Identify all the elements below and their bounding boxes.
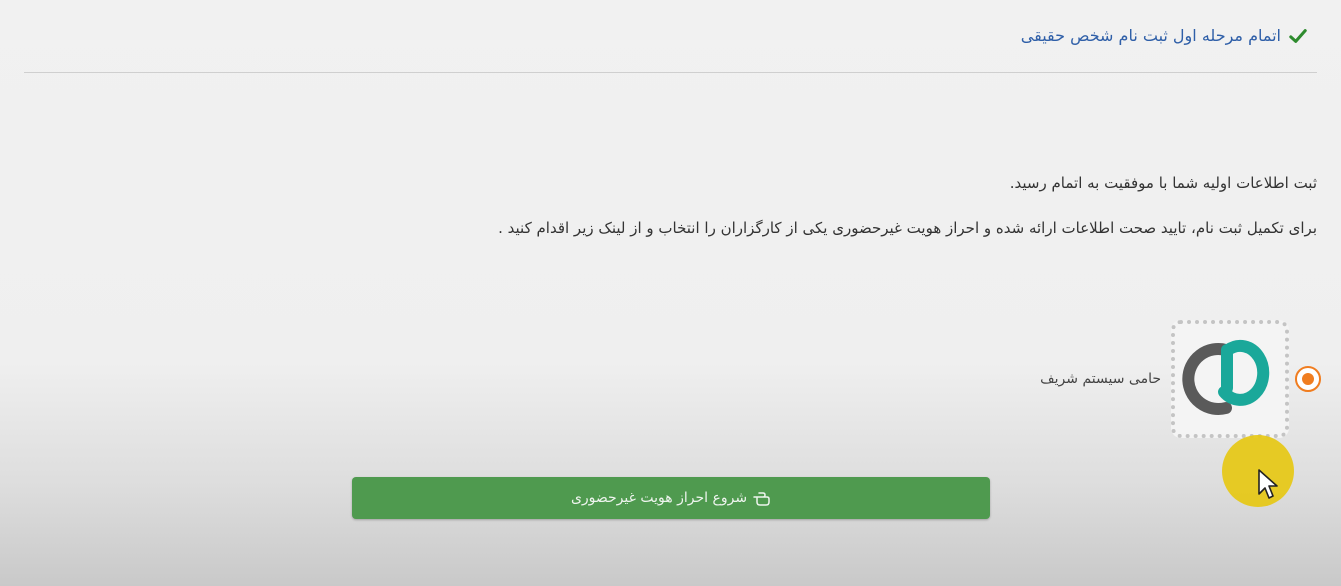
start-verification-button[interactable]: شروع احراز هویت غیرحضوری — [352, 477, 990, 519]
instruction-message: برای تکمیل ثبت نام، تایید صحت اطلاعات ار… — [498, 219, 1317, 237]
start-verification-label: شروع احراز هویت غیرحضوری — [570, 490, 748, 506]
page-title: اتمام مرحله اول ثبت نام شخص حقیقی — [1020, 26, 1281, 45]
radio-selected-dot — [1302, 373, 1314, 385]
success-message: ثبت اطلاعات اولیه شما با موفقیت به اتمام… — [1009, 174, 1317, 192]
provider-logo[interactable] — [1171, 320, 1289, 438]
provider-option[interactable]: حامی سیستم شریف — [1040, 320, 1321, 438]
mouse-cursor-icon — [1258, 469, 1278, 499]
page-header: اتمام مرحله اول ثبت نام شخص حقیقی — [1021, 26, 1307, 45]
header-divider — [24, 72, 1317, 73]
hand-pointer-icon — [753, 492, 770, 506]
sharif-logo-icon — [1182, 339, 1270, 415]
provider-radio[interactable] — [1295, 366, 1321, 392]
check-icon — [1289, 28, 1307, 43]
provider-label: حامی سیستم شریف — [1040, 371, 1161, 387]
